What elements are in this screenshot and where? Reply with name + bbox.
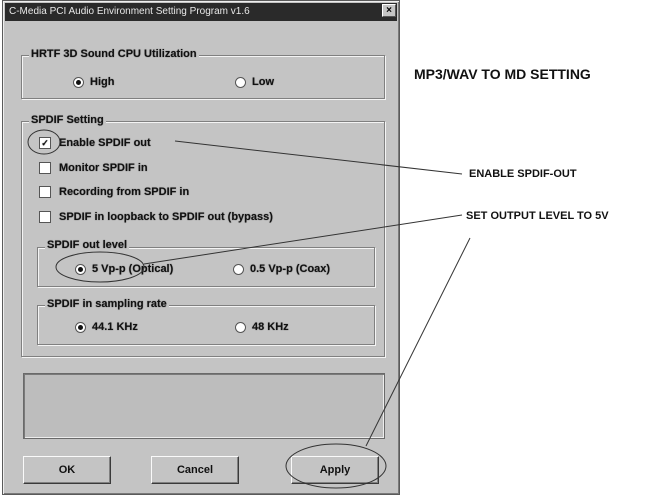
- level-5v-label: 5 Vp-p (Optical): [92, 263, 174, 275]
- radio-icon: [235, 321, 246, 333]
- annotation-output-level: SET OUTPUT LEVEL TO 5V: [466, 210, 609, 222]
- window-title: C-Media PCI Audio Environment Setting Pr…: [9, 6, 250, 17]
- recording-spdif-in-checkbox[interactable]: Recording from SPDIF in: [39, 186, 189, 198]
- radio-icon-selected: [73, 76, 84, 88]
- checkbox-icon: [39, 186, 51, 198]
- ok-button[interactable]: OK: [23, 456, 111, 484]
- radio-icon: [233, 263, 244, 275]
- cancel-button[interactable]: Cancel: [151, 456, 239, 484]
- level-05v-radio[interactable]: 0.5 Vp-p (Coax): [233, 263, 330, 275]
- spdif-group-label: SPDIF Setting: [29, 114, 106, 126]
- enable-spdif-out-label: Enable SPDIF out: [59, 137, 151, 149]
- rate-44k-radio[interactable]: 44.1 KHz: [75, 321, 138, 333]
- radio-icon-selected: [75, 263, 86, 275]
- hrtf-low-label: Low: [252, 76, 274, 88]
- hrtf-high-radio[interactable]: High: [73, 76, 114, 88]
- monitor-spdif-in-label: Monitor SPDIF in: [59, 162, 148, 174]
- level-5v-radio[interactable]: 5 Vp-p (Optical): [75, 263, 173, 275]
- spdif-loopback-label: SPDIF in loopback to SPDIF out (bypass): [59, 211, 273, 223]
- close-button[interactable]: ×: [382, 4, 396, 17]
- enable-spdif-out-checkbox[interactable]: ✓ Enable SPDIF out: [39, 137, 151, 149]
- status-area: [23, 373, 385, 439]
- settings-dialog: C-Media PCI Audio Environment Setting Pr…: [2, 0, 400, 495]
- hrtf-low-radio[interactable]: Low: [235, 76, 274, 88]
- checkbox-icon: [39, 211, 51, 223]
- title-bar[interactable]: C-Media PCI Audio Environment Setting Pr…: [5, 3, 397, 21]
- apply-button[interactable]: Apply: [291, 456, 379, 484]
- recording-spdif-in-label: Recording from SPDIF in: [59, 186, 190, 198]
- spdif-out-level-label: SPDIF out level: [45, 239, 130, 251]
- level-05v-label: 0.5 Vp-p (Coax): [250, 263, 331, 275]
- rate-48k-radio[interactable]: 48 KHz: [235, 321, 289, 333]
- checkbox-icon-checked: ✓: [39, 137, 51, 149]
- spdif-sampling-label: SPDIF in sampling rate: [45, 298, 169, 310]
- spdif-loopback-checkbox[interactable]: SPDIF in loopback to SPDIF out (bypass): [39, 211, 273, 223]
- hrtf-group-label: HRTF 3D Sound CPU Utilization: [29, 48, 199, 60]
- rate-48k-label: 48 KHz: [252, 321, 289, 333]
- radio-icon: [235, 76, 246, 88]
- annotation-enable-spdif: ENABLE SPDIF-OUT: [469, 168, 577, 180]
- monitor-spdif-in-checkbox[interactable]: Monitor SPDIF in: [39, 162, 148, 174]
- radio-icon-selected: [75, 321, 86, 333]
- hrtf-high-label: High: [90, 76, 115, 88]
- rate-44k-label: 44.1 KHz: [92, 321, 138, 333]
- close-icon: ×: [386, 5, 392, 16]
- annotation-title: MP3/WAV TO MD SETTING: [414, 66, 591, 82]
- checkbox-icon: [39, 162, 51, 174]
